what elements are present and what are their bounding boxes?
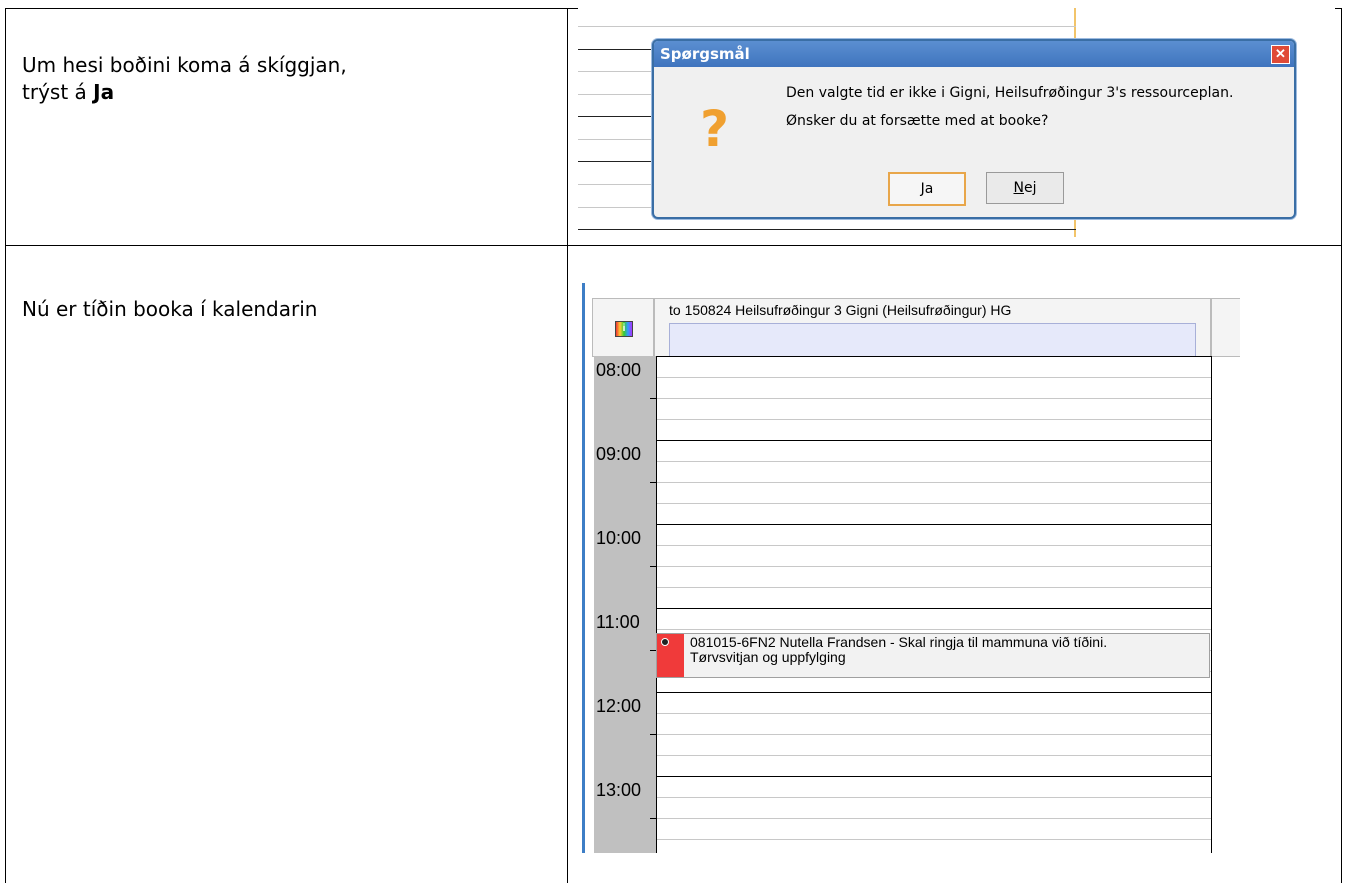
bg-line <box>578 116 658 117</box>
hour-label: 12:00 <box>596 696 642 716</box>
info-icon: i <box>615 321 633 337</box>
hour-label: 08:00 <box>596 360 642 380</box>
appointment-layer: 081015-6FN2 Nutella Frandsen - Skal ring… <box>656 276 1212 853</box>
row1-bold-ja: Ja <box>93 80 115 104</box>
dialog-screenshot: Spørgsmål ✕ ? Den valgte tid er ikke i G… <box>578 8 1335 237</box>
bg-line <box>578 207 658 208</box>
time-gutter: 08:00 09:00 10:00 11:00 12:00 13:00 <box>594 356 658 853</box>
bg-line <box>578 26 1076 27</box>
bg-line <box>578 229 1076 230</box>
hour-label: 10:00 <box>596 528 642 548</box>
dialog-message-line1: Den valgte tid er ikke i Gigni, Heilsufr… <box>786 85 1234 101</box>
row1-instruction: Um hesi boðini koma á skíggjan, trýst á … <box>22 52 347 106</box>
bg-line <box>578 139 658 140</box>
table-border-left <box>5 8 6 883</box>
no-button[interactable]: Nej <box>986 172 1064 204</box>
no-button-rest: ej <box>1023 180 1037 196</box>
dialog-titlebar[interactable]: Spørgsmål ✕ <box>654 41 1294 67</box>
dialog-message-line2: Ønsker du at forsætte med at booke? <box>786 113 1049 129</box>
question-icon: ? <box>700 100 730 158</box>
appointment-block[interactable]: 081015-6FN2 Nutella Frandsen - Skal ring… <box>656 633 1210 678</box>
appointment-bullet-icon <box>661 638 669 646</box>
table-border-center <box>567 8 568 883</box>
bg-line <box>578 71 658 72</box>
row1-line1: Um hesi boðini koma á skíggjan, <box>22 53 347 77</box>
table-border-right <box>1341 8 1342 883</box>
bg-line <box>578 94 658 95</box>
appointment-line1: 081015-6FN2 Nutella Frandsen - Skal ring… <box>690 634 1108 650</box>
bg-line <box>578 184 658 185</box>
dialog-title: Spørgsmål <box>660 45 750 63</box>
table-border-middle <box>5 245 1341 246</box>
no-button-mnemonic: N <box>1013 180 1024 196</box>
close-icon[interactable]: ✕ <box>1271 45 1290 64</box>
bg-line <box>578 49 658 50</box>
bg-line <box>578 161 658 162</box>
question-dialog: Spørgsmål ✕ ? Den valgte tid er ikke i G… <box>652 39 1296 219</box>
row2-instruction: Nú er tíðin booka í kalendarin <box>22 297 318 321</box>
yes-button[interactable]: Ja <box>888 172 966 206</box>
row1-line2-text: trýst á <box>22 80 94 104</box>
calendar-left-border <box>582 283 585 853</box>
info-button[interactable]: i <box>592 298 654 357</box>
hour-label: 11:00 <box>596 612 640 632</box>
row1-line2: trýst á Ja <box>22 79 347 106</box>
hour-label: 09:00 <box>596 444 642 464</box>
hour-label: 13:00 <box>596 780 642 800</box>
appointment-text: 081015-6FN2 Nutella Frandsen - Skal ring… <box>690 635 1107 665</box>
calendar-header-side <box>1211 298 1240 357</box>
calendar-screenshot: i to 150824 Heilsufrøðingur 3 Gigni (Hei… <box>582 276 1240 853</box>
appointment-line2: Tørvsvitjan og uppfylging <box>690 649 846 665</box>
appointment-status-bar <box>657 634 684 677</box>
